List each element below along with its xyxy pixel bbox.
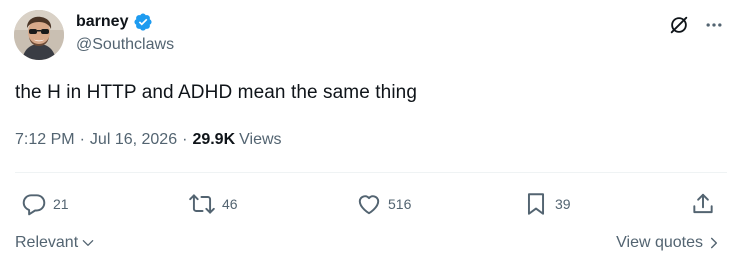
avatar-photo bbox=[14, 10, 64, 60]
verified-badge-icon bbox=[134, 13, 153, 31]
reply-icon bbox=[22, 194, 46, 216]
tweet-text: the H in HTTP and ADHD mean the same thi… bbox=[15, 82, 417, 103]
bookmark-count: 39 bbox=[555, 196, 571, 212]
author-display-name[interactable]: barney bbox=[76, 13, 128, 31]
heart-icon bbox=[358, 195, 380, 215]
sort-label: Relevant bbox=[15, 234, 79, 251]
meta-separator: · bbox=[79, 131, 85, 148]
like-count: 516 bbox=[388, 196, 412, 212]
repost-icon bbox=[189, 194, 215, 214]
like-button[interactable]: 516 bbox=[356, 191, 411, 217]
share-icon bbox=[693, 193, 713, 214]
author-handle[interactable]: @Southclaws bbox=[76, 36, 174, 54]
sort-replies-dropdown[interactable]: Relevant bbox=[15, 234, 95, 252]
grok-icon[interactable] bbox=[668, 14, 690, 36]
chevron-right-icon bbox=[710, 237, 718, 249]
repost-button[interactable]: 46 bbox=[188, 191, 238, 217]
reply-button[interactable]: 21 bbox=[21, 191, 69, 217]
bookmark-button[interactable]: 39 bbox=[523, 191, 571, 217]
tweet-time[interactable]: 7:12 PM bbox=[15, 131, 75, 149]
share-button[interactable] bbox=[690, 191, 716, 217]
views-label[interactable]: Views bbox=[239, 131, 281, 149]
bookmark-icon bbox=[527, 193, 545, 215]
author-name-row[interactable]: barney bbox=[76, 11, 153, 33]
views-count[interactable]: 29.9K bbox=[192, 131, 235, 149]
tweet-date[interactable]: Jul 16, 2026 bbox=[90, 131, 177, 149]
reply-count: 21 bbox=[53, 196, 69, 212]
view-quotes-label: View quotes bbox=[616, 234, 703, 251]
tweet-top-actions bbox=[668, 14, 724, 36]
tweet-meta: 7:12 PM · Jul 16, 2026 · 29.9K Views bbox=[15, 131, 282, 149]
tweet-card: barney @Southclaws the H in HTTP and ADH… bbox=[0, 0, 742, 266]
repost-count: 46 bbox=[222, 196, 238, 212]
chevron-down-icon bbox=[82, 240, 94, 246]
more-options-icon[interactable] bbox=[704, 15, 724, 35]
avatar[interactable] bbox=[14, 10, 64, 60]
divider bbox=[15, 172, 727, 173]
meta-separator: · bbox=[182, 131, 188, 148]
view-quotes-link[interactable]: View quotes bbox=[616, 234, 720, 252]
